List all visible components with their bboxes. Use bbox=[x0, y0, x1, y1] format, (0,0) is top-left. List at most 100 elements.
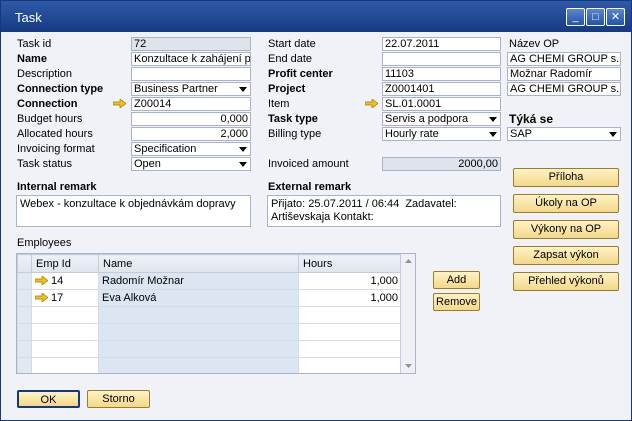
budget-hours-label: Budget hours bbox=[17, 113, 83, 125]
link-arrow-icon[interactable] bbox=[34, 292, 49, 303]
cancel-button[interactable]: Storno bbox=[87, 390, 150, 408]
project-company-field[interactable]: AG CHEMI GROUP s.r.o bbox=[507, 82, 621, 96]
contact-person-field[interactable]: Možnar Radomír bbox=[507, 67, 621, 81]
maximize-icon[interactable]: □ bbox=[586, 8, 605, 26]
internal-remark-field[interactable]: Webex - konzultace k objednávkám dopravy bbox=[16, 195, 251, 227]
tyka-se-select[interactable]: SAP bbox=[507, 127, 621, 141]
external-remark-label: External remark bbox=[268, 181, 352, 193]
profit-center-label: Profit center bbox=[268, 68, 333, 80]
priloha-button[interactable]: Příloha bbox=[513, 168, 619, 187]
hours-cell[interactable]: 1,000 bbox=[298, 289, 402, 307]
employee-name-cell[interactable]: Eva Alková bbox=[98, 289, 299, 307]
name-label: Name bbox=[17, 53, 47, 65]
prehled-vykonu-button[interactable]: Přehled výkonů bbox=[513, 272, 619, 291]
employees-label: Employees bbox=[17, 237, 72, 249]
item-field[interactable]: SL.01.0001 bbox=[382, 97, 501, 111]
emp-id-cell[interactable]: 14 bbox=[31, 272, 99, 290]
hours-cell[interactable] bbox=[298, 357, 402, 373]
scroll-arrows-icon[interactable] bbox=[401, 254, 416, 373]
link-arrow-icon[interactable] bbox=[34, 275, 49, 286]
emp-id-value: 14 bbox=[51, 275, 64, 287]
emp-id-cell[interactable] bbox=[31, 306, 99, 324]
hours-cell[interactable]: 1,000 bbox=[298, 272, 402, 290]
name-field[interactable]: Konzultace k zahájení po bbox=[131, 52, 251, 66]
billing-type-label: Billing type bbox=[268, 128, 322, 140]
external-remark-field[interactable]: Přijato: 25.07.2011 / 06:44 Zadavatel: A… bbox=[267, 195, 501, 227]
ukoly-na-op-button[interactable]: Úkoly na OP bbox=[513, 194, 619, 213]
tyka-se-label: Týká se bbox=[509, 112, 554, 126]
table-row[interactable]: 14 Radomír Možnar 1,000 bbox=[17, 272, 402, 290]
link-arrow-icon[interactable] bbox=[365, 99, 378, 108]
emp-id-cell[interactable]: 17 bbox=[31, 289, 99, 307]
remove-button[interactable]: Remove bbox=[433, 293, 480, 311]
employee-name-cell[interactable]: Radomír Možnar bbox=[98, 272, 299, 290]
task-id-label: Task id bbox=[17, 38, 52, 50]
item-label: Item bbox=[268, 98, 290, 110]
table-row[interactable] bbox=[17, 340, 402, 358]
employee-name-cell[interactable] bbox=[98, 357, 299, 373]
description-field[interactable] bbox=[131, 67, 251, 81]
row-header[interactable] bbox=[17, 289, 32, 307]
row-header[interactable] bbox=[17, 272, 32, 290]
row-header[interactable] bbox=[17, 340, 32, 358]
hours-cell[interactable] bbox=[298, 340, 402, 358]
table-row[interactable] bbox=[17, 306, 402, 324]
row-header[interactable] bbox=[17, 323, 32, 341]
window-title: Task bbox=[15, 10, 42, 25]
allocated-hours-label: Allocated hours bbox=[17, 128, 93, 140]
task-window: Task _ □ ✕ Task id 72 Name Konzultace k … bbox=[0, 0, 632, 421]
connection-label: Connection bbox=[17, 98, 78, 110]
table-row[interactable] bbox=[17, 323, 402, 341]
row-header[interactable] bbox=[17, 357, 32, 373]
connection-field[interactable]: Z00014 bbox=[131, 97, 251, 111]
emp-id-cell[interactable] bbox=[31, 323, 99, 341]
start-date-field[interactable]: 22.07.2011 bbox=[382, 37, 501, 51]
close-icon[interactable]: ✕ bbox=[606, 8, 625, 26]
invoicing-format-select[interactable]: Specification bbox=[131, 142, 251, 156]
budget-hours-field[interactable]: 0,000 bbox=[131, 112, 251, 126]
employee-name-cell[interactable] bbox=[98, 340, 299, 358]
title-bar[interactable]: Task _ □ ✕ bbox=[1, 1, 631, 32]
internal-remark-label: Internal remark bbox=[17, 181, 97, 193]
task-type-select[interactable]: Servis a podpora bbox=[382, 112, 501, 126]
hours-cell[interactable] bbox=[298, 323, 402, 341]
table-row[interactable]: 17 Eva Alková 1,000 bbox=[17, 289, 402, 307]
description-label: Description bbox=[17, 68, 73, 80]
row-header[interactable] bbox=[17, 306, 32, 324]
task-id-field: 72 bbox=[131, 37, 251, 51]
emp-id-cell[interactable] bbox=[31, 340, 99, 358]
employee-name-cell[interactable] bbox=[98, 323, 299, 341]
connection-type-select[interactable]: Business Partner bbox=[131, 82, 251, 96]
minimize-icon[interactable]: _ bbox=[566, 8, 585, 26]
nazev-op-label: Název OP bbox=[509, 38, 560, 50]
task-status-label: Task status bbox=[17, 158, 73, 170]
emp-id-cell[interactable] bbox=[31, 357, 99, 373]
task-status-select[interactable]: Open bbox=[131, 157, 251, 171]
end-date-field[interactable] bbox=[382, 52, 501, 66]
emp-id-value: 17 bbox=[51, 292, 64, 304]
vykony-na-op-button[interactable]: Výkony na OP bbox=[513, 220, 619, 239]
ok-button[interactable]: OK bbox=[17, 390, 80, 408]
employees-grid: Emp Id Name Hours 14 Radomír Možnar 1,00… bbox=[16, 253, 416, 374]
table-row[interactable] bbox=[17, 357, 402, 373]
project-field[interactable]: Z0001401 bbox=[382, 82, 501, 96]
allocated-hours-field[interactable]: 2,000 bbox=[131, 127, 251, 141]
profit-center-field[interactable]: 11103 bbox=[382, 67, 501, 81]
column-header-name[interactable]: Name bbox=[98, 254, 299, 273]
task-type-label: Task type bbox=[268, 113, 318, 125]
invoiced-amount-field: 2000,00 bbox=[382, 157, 501, 171]
grid-vertical-scrollbar[interactable] bbox=[400, 254, 415, 373]
end-date-label: End date bbox=[268, 53, 313, 65]
company-field[interactable]: AG CHEMI GROUP s.r.o bbox=[507, 52, 621, 66]
zapsat-vykon-button[interactable]: Zapsat výkon bbox=[513, 246, 619, 265]
column-header-hours[interactable]: Hours bbox=[298, 254, 402, 273]
add-button[interactable]: Add bbox=[433, 271, 480, 289]
billing-type-select[interactable]: Hourly rate bbox=[382, 127, 501, 141]
link-arrow-icon[interactable] bbox=[113, 99, 126, 108]
hours-cell[interactable] bbox=[298, 306, 402, 324]
column-header-emp-id[interactable]: Emp Id bbox=[31, 254, 99, 273]
project-label: Project bbox=[268, 83, 306, 95]
employee-name-cell[interactable] bbox=[98, 306, 299, 324]
connection-type-label: Connection type bbox=[17, 83, 104, 95]
grid-corner bbox=[17, 254, 32, 273]
